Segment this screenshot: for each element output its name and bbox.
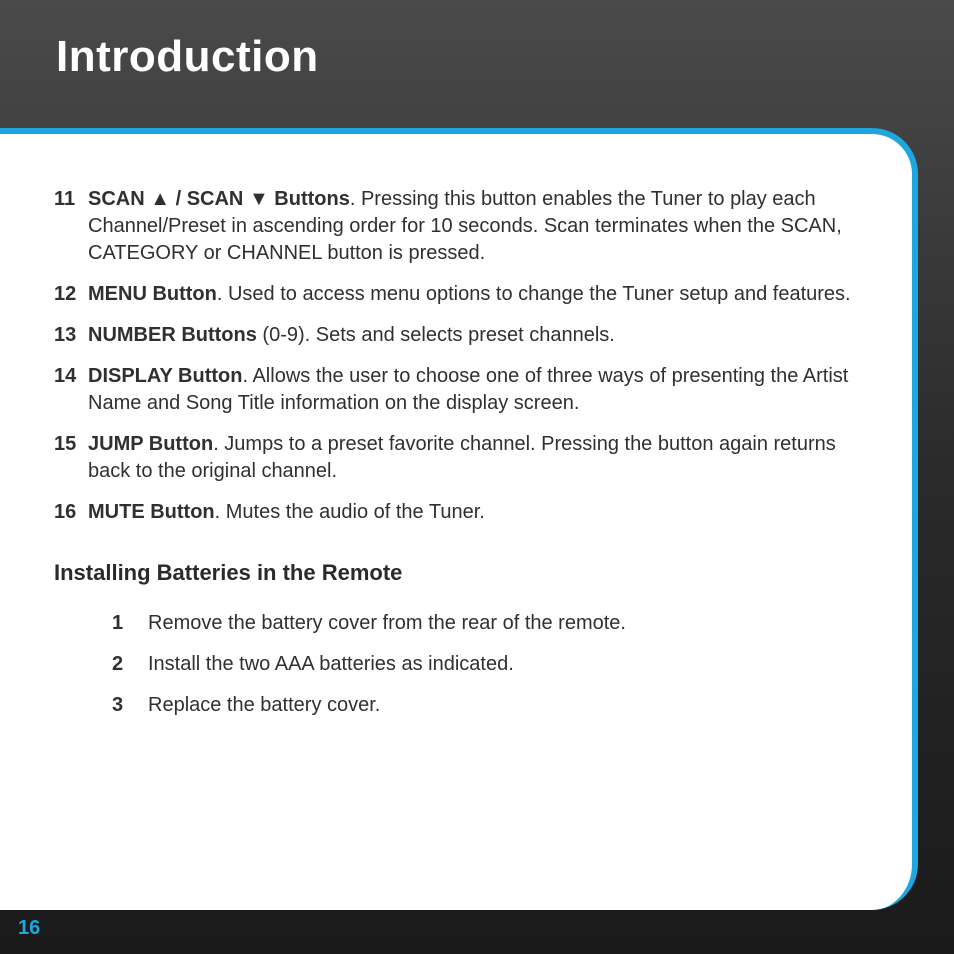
item-number: 13	[54, 322, 88, 349]
item-text: SCAN ▲ / SCAN ▼ Buttons. Pressing this b…	[88, 186, 854, 267]
page-title: Introduction	[0, 0, 954, 82]
label-part: Buttons	[269, 188, 350, 210]
list-item: 3 Replace the battery cover.	[112, 692, 854, 719]
step-text: Replace the battery cover.	[148, 692, 380, 719]
item-label: DISPLAY Button	[88, 365, 242, 387]
item-label: MUTE Button	[88, 501, 215, 523]
step-text: Remove the battery cover from the rear o…	[148, 610, 626, 637]
step-number: 2	[112, 651, 148, 678]
list-item: 2 Install the two AAA batteries as indic…	[112, 651, 854, 678]
step-number: 1	[112, 610, 148, 637]
item-text: MUTE Button. Mutes the audio of the Tune…	[88, 499, 854, 526]
steps-list: 1 Remove the battery cover from the rear…	[54, 610, 854, 719]
item-label: MENU Button	[88, 283, 217, 305]
item-desc: . Mutes the audio of the Tuner.	[215, 501, 485, 523]
label-part: / SCAN	[170, 188, 249, 210]
item-label: JUMP Button	[88, 433, 213, 455]
list-item: 16 MUTE Button. Mutes the audio of the T…	[54, 499, 854, 526]
feature-list: 11 SCAN ▲ / SCAN ▼ Buttons. Pressing thi…	[54, 186, 854, 526]
item-number: 14	[54, 363, 88, 417]
item-text: MENU Button. Used to access menu options…	[88, 281, 854, 308]
item-suffix: (0-9)	[257, 324, 305, 346]
item-label: NUMBER Buttons	[88, 324, 257, 346]
list-item: 13 NUMBER Buttons (0-9). Sets and select…	[54, 322, 854, 349]
item-number: 15	[54, 431, 88, 485]
item-number: 16	[54, 499, 88, 526]
section-heading: Installing Batteries in the Remote	[54, 560, 854, 586]
item-desc: . Sets and selects preset channels.	[305, 324, 615, 346]
item-number: 12	[54, 281, 88, 308]
page-number: 16	[18, 917, 40, 940]
item-number: 11	[54, 186, 88, 267]
step-number: 3	[112, 692, 148, 719]
down-triangle-icon: ▼	[249, 186, 269, 213]
list-item: 12 MENU Button. Used to access menu opti…	[54, 281, 854, 308]
list-item: 11 SCAN ▲ / SCAN ▼ Buttons. Pressing thi…	[54, 186, 854, 267]
label-part: SCAN	[88, 188, 150, 210]
item-text: DISPLAY Button. Allows the user to choos…	[88, 363, 854, 417]
list-item: 15 JUMP Button. Jumps to a preset favori…	[54, 431, 854, 485]
up-triangle-icon: ▲	[150, 186, 170, 213]
step-text: Install the two AAA batteries as indicat…	[148, 651, 514, 678]
item-text: NUMBER Buttons (0-9). Sets and selects p…	[88, 322, 854, 349]
item-desc: . Used to access menu options to change …	[217, 283, 851, 305]
item-text: JUMP Button. Jumps to a preset favorite …	[88, 431, 854, 485]
list-item: 14 DISPLAY Button. Allows the user to ch…	[54, 363, 854, 417]
list-item: 1 Remove the battery cover from the rear…	[112, 610, 854, 637]
content-panel: 11 SCAN ▲ / SCAN ▼ Buttons. Pressing thi…	[0, 128, 918, 910]
